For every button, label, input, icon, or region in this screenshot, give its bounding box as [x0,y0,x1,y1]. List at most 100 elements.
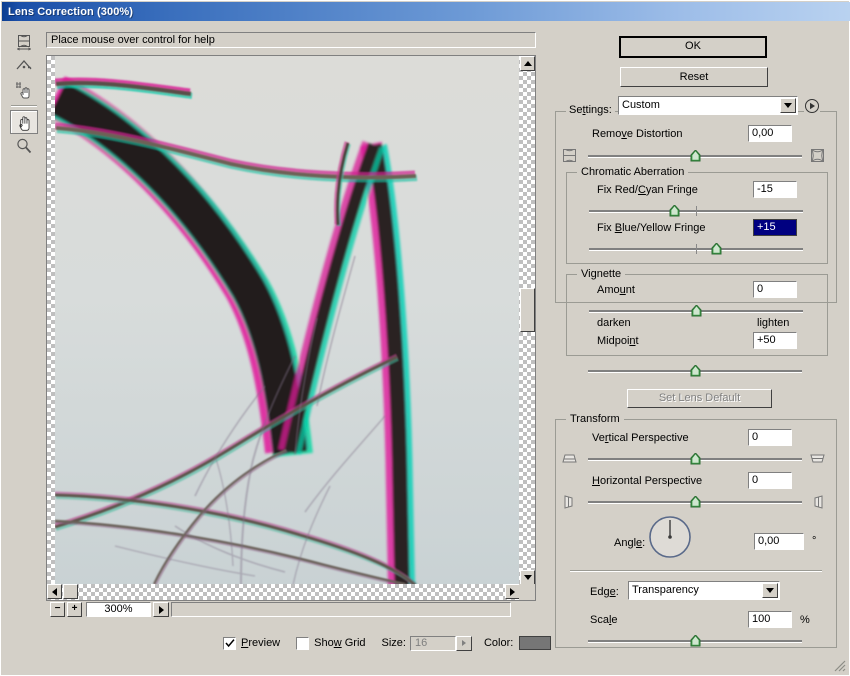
ok-button[interactable]: OK [619,36,767,58]
blue-yellow-input[interactable]: +15 [753,219,797,236]
vertical-scroll-thumb[interactable] [520,288,535,332]
scroll-up-button[interactable] [520,56,535,71]
grid-color-swatch[interactable] [519,636,552,650]
correction-group: Settings: Custom Remove Distortion 0,00 [555,96,837,408]
scroll-down-button[interactable] [520,570,535,585]
scale-label: Scale [590,614,618,626]
scale-slider[interactable] [588,634,802,647]
angle-dial-icon [649,516,691,558]
zoom-status-track [171,602,511,617]
blue-yellow-label: Fix Blue/Yellow Fringe [597,222,706,234]
vignette-amount-input[interactable]: 0 [753,281,797,298]
slider-thumb[interactable] [669,204,680,217]
vertical-perspective-input[interactable]: 0 [748,429,792,446]
slider-thumb[interactable] [690,364,701,377]
move-grid-tool[interactable] [10,78,38,102]
blue-yellow-slider[interactable] [589,242,803,255]
grid-color-label: Color: [483,637,514,649]
settings-select-value: Custom [622,99,660,111]
reset-button[interactable]: Reset [620,67,768,87]
red-cyan-slider[interactable] [589,204,803,217]
edge-select[interactable]: Transparency [628,581,780,600]
checkmark-icon [224,639,235,648]
hand-tool[interactable] [10,110,38,134]
slider-thumb[interactable] [690,634,701,647]
transform-group: Transform Vertical Perspective 0 Horizon… [555,413,837,648]
slider-thumb[interactable] [690,495,701,508]
angle-input[interactable]: 0,00 [754,533,804,550]
grid-size-label: Size: [381,637,406,649]
chevron-down-icon[interactable] [762,583,778,598]
horizontal-perspective-input[interactable]: 0 [748,472,792,489]
settings-flyout-menu-button[interactable] [804,98,820,114]
vignette-midpoint-input[interactable]: +50 [753,332,797,349]
preview-checkbox-label: Preview [241,637,281,649]
preview-canvas[interactable] [47,56,520,585]
settings-select[interactable]: Custom [618,96,798,115]
slider-thumb[interactable] [711,242,722,255]
settings-label: Settings: [566,104,615,116]
horizontal-scrollbar[interactable] [47,584,520,600]
zoom-out-button[interactable]: − [50,602,65,617]
grid-size-dropdown-button [455,635,472,651]
horizontal-scroll-thumb[interactable] [63,584,78,599]
arrow-right-icon [461,640,466,646]
hand-icon [18,115,29,131]
tool-palette [10,30,40,154]
slider-thumb[interactable] [690,452,701,465]
remove-distortion-slider[interactable] [588,149,802,162]
straighten-tool[interactable] [10,54,38,78]
vignette-darken-label: darken [597,317,631,329]
zoom-tool[interactable] [10,134,38,158]
remove-distortion-tool[interactable] [10,30,38,54]
grid-size-input: 16 [409,635,456,651]
chevron-down-icon[interactable] [780,98,796,113]
scroll-left-button[interactable] [47,584,62,599]
remove-distortion-label: Remove Distortion [592,128,683,140]
angle-unit-label: ° [812,535,817,547]
set-lens-default-button: Set Lens Default [627,389,772,408]
vignette-midpoint-label: Midpoint [597,335,639,347]
vignette-lighten-label: lighten [757,317,790,329]
scale-unit-label: % [800,614,810,626]
vertical-scrollbar[interactable] [519,56,535,585]
horizontal-perspective-slider[interactable] [588,495,802,508]
arrow-left-icon [52,587,57,596]
perspective-bottom-icon [809,451,826,470]
vignette-amount-slider[interactable] [589,304,803,317]
zoom-in-button[interactable]: + [67,602,82,617]
slider-center-tick [696,206,697,216]
show-grid-checkbox[interactable] [296,636,310,650]
vertical-perspective-slider[interactable] [588,452,802,465]
perspective-left-icon [561,494,578,513]
magnifier-icon [17,138,32,154]
arrow-right-icon [158,605,164,614]
preview-options-bar: Preview Show Grid Size: 16 Color: [223,634,552,652]
title-bar[interactable]: Lens Correction (300%) [2,2,850,21]
scrollbar-corner [519,584,535,600]
slider-center-tick [696,244,697,254]
slider-thumb[interactable] [690,149,701,162]
scroll-right-button[interactable] [505,584,520,599]
tool-separator [11,105,37,107]
zoom-level-dropdown-button[interactable] [153,602,169,617]
resize-grip[interactable] [834,660,846,672]
chromatic-aberration-legend: Chromatic Aberration [577,166,689,178]
remove-distortion-input[interactable]: 0,00 [748,125,792,142]
vignette-amount-label: Amount [597,284,635,296]
zoom-level-value[interactable]: 300% [86,602,151,617]
vignette-group: Vignette Amount 0 darken lighten Midpoin… [566,268,828,356]
horizontal-perspective-label: Horizontal Perspective [592,475,703,487]
angle-dial[interactable] [648,515,692,562]
transform-divider [570,570,822,572]
window-title: Lens Correction (300%) [8,5,134,18]
red-cyan-input[interactable]: -15 [753,181,797,198]
vignette-midpoint-slider[interactable] [588,364,802,377]
transform-legend: Transform [566,413,624,425]
red-cyan-label: Fix Red/Cyan Fringe [597,184,698,196]
move-grid-icon [16,82,30,99]
preview-checkbox[interactable] [223,636,236,650]
scale-input[interactable]: 100 [748,611,792,628]
angle-label: Angle: [614,537,646,549]
slider-thumb[interactable] [691,304,702,317]
